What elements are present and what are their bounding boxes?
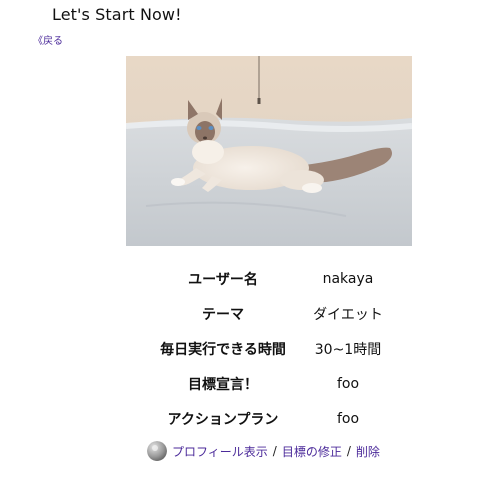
daily-time-value: 30~1時間 (314, 341, 382, 358)
edit-goal-link[interactable]: 目標の修正 (282, 443, 342, 460)
profile-row-username: ユーザー名 nakaya (143, 261, 393, 296)
action-links: プロフィール表示 / 目標の修正 / 削除 (147, 440, 380, 462)
profile-row-daily-time: 毎日実行できる時間 30~1時間 (143, 331, 393, 366)
goal-label: 目標宣言！ (188, 376, 258, 393)
profile-row-goal: 目標宣言！ foo (143, 366, 393, 401)
goal-value: foo (336, 375, 360, 392)
page-title: Let's Start Now! (52, 5, 182, 24)
page: Let's Start Now! 《戻る ユーザー名 nakaya テーマ ダイ… (0, 0, 500, 500)
back-link[interactable]: 《戻る (33, 36, 63, 48)
link-separator: / (346, 444, 351, 458)
theme-value: ダイエット (313, 306, 383, 323)
action-plan-label: アクションプラン (167, 411, 279, 428)
cat-photo-image (126, 56, 412, 246)
profile-table: ユーザー名 nakaya テーマ ダイエット 毎日実行できる時間 30~1時間 … (143, 261, 393, 436)
theme-label: テーマ (202, 306, 244, 323)
username-label: ユーザー名 (188, 271, 258, 288)
username-value: nakaya (322, 270, 374, 287)
profile-row-action-plan: アクションプラン foo (143, 401, 393, 436)
link-separator: / (272, 444, 277, 458)
delete-link[interactable]: 削除 (356, 443, 380, 460)
user-avatar-icon (147, 441, 167, 461)
show-profile-link[interactable]: プロフィール表示 (172, 443, 268, 460)
action-plan-value: foo (336, 410, 360, 427)
cat-photo (126, 56, 412, 246)
profile-row-theme: テーマ ダイエット (143, 296, 393, 331)
daily-time-label: 毎日実行できる時間 (160, 341, 286, 358)
